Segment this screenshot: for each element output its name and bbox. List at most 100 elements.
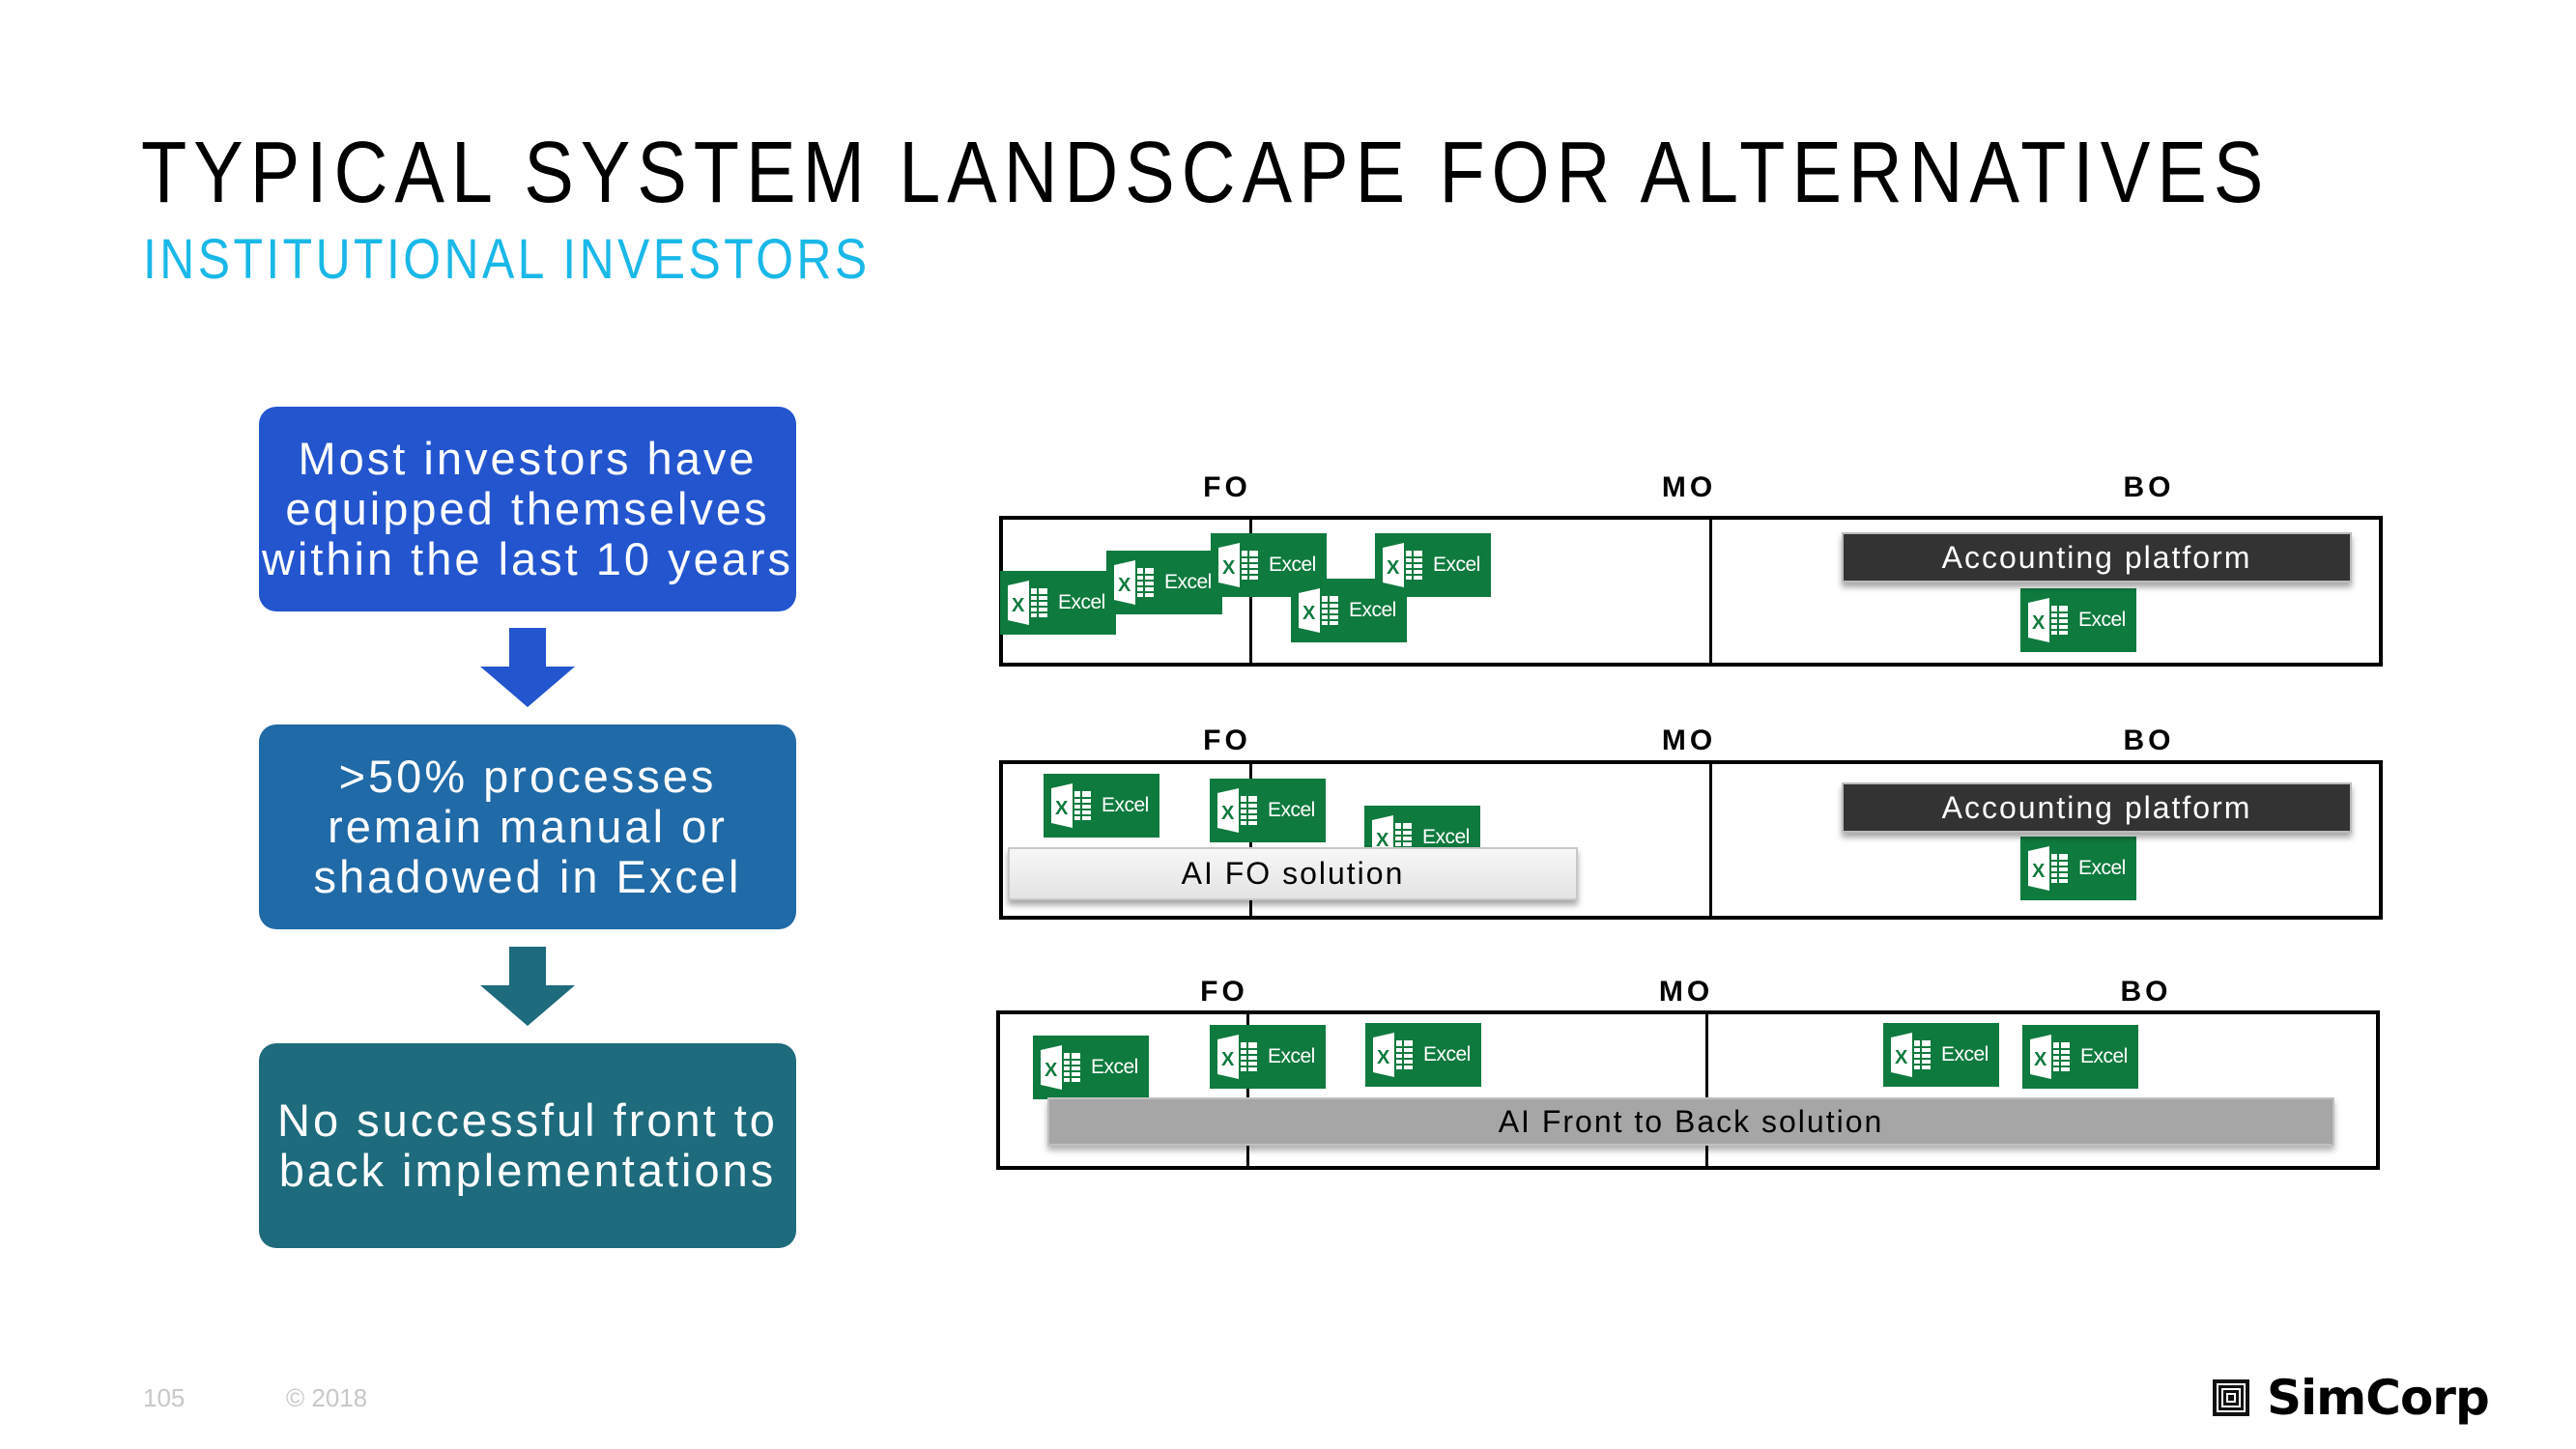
excel-icon: X Excel [1044,774,1159,838]
excel-label: Excel [1268,1045,1315,1067]
flow-step-2-line: remain manual or [328,801,728,852]
excel-logo-icon: X [1383,543,1422,587]
excel-label: Excel [1941,1043,1989,1065]
flow-step-2: >50% processes remain manual or shadowed… [259,724,796,929]
excel-logo-icon: X [1114,560,1154,605]
column-header-mo: MO [1658,976,1714,1008]
excel-logo-icon: X [2028,598,2068,642]
excel-logo-icon: X [2030,1035,2070,1079]
excel-slot: X Excel [2022,1025,2138,1089]
column-divider [1709,516,1712,667]
excel-slot: X Excel [1106,551,1222,614]
excel-logo-icon: X [1373,1033,1413,1077]
excel-label: Excel [1268,799,1315,821]
excel-slot: X Excel [1033,1036,1149,1099]
excel-logo-icon: X [2028,846,2068,891]
excel-label: Excel [1269,554,1316,576]
excel-slot: X Excel [1210,1025,1326,1089]
excel-logo-icon: X [1891,1033,1931,1077]
excel-label: Excel [1102,794,1149,816]
column-header-bo: BO [2123,724,2175,756]
down-arrow-icon [480,628,575,707]
svg-text:X: X [1221,803,1235,824]
excel-logo-icon: X [1218,543,1258,587]
excel-label: Excel [2078,609,2126,631]
flow-step-3-line: No successful front to [277,1094,778,1146]
excel-logo-icon: X [1217,788,1257,833]
simcorp-logo-icon [2213,1379,2249,1416]
excel-slot: X Excel [1883,1023,1999,1087]
copyright: © 2018 [286,1383,368,1412]
excel-logo-icon: X [1008,581,1047,625]
excel-label: Excel [1091,1056,1138,1078]
column-header-bo: BO [2123,471,2175,503]
svg-text:X: X [1045,1060,1058,1081]
svg-text:X: X [1377,1047,1390,1068]
excel-slot: X Excel [1375,533,1491,597]
excel-icon: X Excel [1883,1023,1999,1087]
column-header-mo: MO [1661,471,1717,503]
svg-text:X: X [2034,1049,2047,1070]
brand-name: SimCorp [2267,1370,2490,1426]
excel-label: Excel [2078,857,2126,879]
flow-step-3: No successful front to back implementati… [259,1043,796,1248]
flow-step-1: Most investors have equipped themselves … [259,407,796,611]
excel-label: Excel [1423,1043,1471,1065]
excel-logo-icon: X [1051,783,1091,828]
excel-icon: X Excel [1210,1025,1326,1089]
excel-icon: X Excel [2020,837,2136,900]
excel-icon: X Excel [1210,779,1326,842]
column-header-fo: FO [1203,471,1251,503]
excel-slot: X Excel [1044,774,1159,838]
excel-logo-icon: X [1299,588,1338,633]
column-divider [1709,760,1712,920]
excel-icon: X Excel [1365,1023,1481,1087]
excel-slot: X Excel [1365,1023,1481,1087]
simcorp-logo: SimCorp [2213,1370,2490,1426]
svg-text:X: X [1387,557,1400,579]
excel-label: Excel [1349,599,1396,621]
excel-slot: X Excel [2020,588,2136,652]
svg-text:X: X [2032,612,2046,634]
column-header-fo: FO [1203,724,1251,756]
flow-step-2-line: shadowed in Excel [313,851,742,902]
flow-step-3-line: back implementations [278,1145,777,1196]
excel-icon: X Excel [1033,1036,1149,1099]
accounting-platform: Accounting platform [1842,782,2352,833]
svg-text:X: X [1895,1047,1908,1068]
svg-text:X: X [1221,1049,1235,1070]
flow-step-1-line: within the last 10 years [261,533,794,584]
page-number: 105 [143,1383,186,1412]
ai-fo-solution: AI FO solution [1008,847,1578,900]
page-subtitle: INSTITUTIONAL INVESTORS [143,228,871,291]
flow-step-1-line: equipped themselves [285,483,770,534]
excel-icon: X Excel [1000,571,1116,635]
svg-text:X: X [1118,575,1131,596]
down-arrow-icon [480,947,575,1026]
excel-icon: X Excel [2022,1025,2138,1089]
excel-label: Excel [1058,591,1105,613]
excel-label: Excel [2080,1045,2128,1067]
column-header-mo: MO [1661,724,1717,756]
excel-icon: X Excel [2020,588,2136,652]
flow-step-1-line: Most investors have [298,433,758,484]
ai-front-to-back-solution: AI Front to Back solution [1047,1097,2334,1146]
page-title: TYPICAL SYSTEM LANDSCAPE FOR ALTERNATIVE… [141,125,2271,221]
excel-slot: X Excel [1210,779,1326,842]
svg-text:X: X [2032,861,2046,882]
excel-logo-icon: X [1217,1035,1257,1079]
landscape-row-3 [996,1010,2380,1170]
excel-icon: X Excel [1375,533,1491,597]
excel-slot: X Excel [1000,571,1116,635]
column-header-bo: BO [2120,976,2172,1008]
excel-slot: X Excel [2020,837,2136,900]
svg-text:X: X [1302,603,1316,624]
excel-label: Excel [1422,826,1470,848]
excel-icon: X Excel [1106,551,1222,614]
svg-text:X: X [1012,595,1025,616]
svg-text:X: X [1055,798,1069,819]
column-header-fo: FO [1200,976,1248,1008]
excel-logo-icon: X [1041,1045,1080,1090]
excel-label: Excel [1433,554,1480,576]
flow-step-2-line: >50% processes [338,751,717,802]
